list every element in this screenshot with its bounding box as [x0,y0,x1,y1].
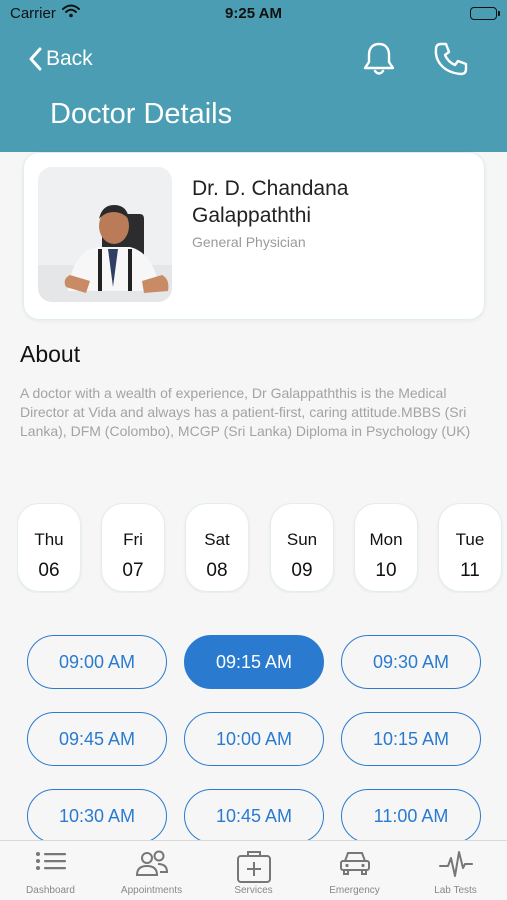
tab-emergency[interactable]: Emergency [304,841,405,900]
day-name: Thu [34,530,64,549]
doctor-specialty: General Physician [192,234,306,250]
day-chip-sat[interactable]: Sat 08 [185,503,249,592]
time-slot[interactable]: 09:45 AM [27,712,167,766]
time-slot[interactable]: 11:00 AM [341,789,481,840]
tab-label: Services [234,885,273,896]
page-title: Doctor Details [50,98,233,130]
battery-icon [470,7,500,20]
day-name: Tue [455,530,485,549]
date-selector[interactable]: Thu 06 Fri 07 Sat 08 Sun 09 Mon 10 Tue 1… [17,503,507,593]
day-date: 06 [38,560,60,581]
tab-dashboard[interactable]: Dashboard [0,841,101,900]
tab-lab-tests[interactable]: Lab Tests [405,841,506,900]
time-slot[interactable]: 10:45 AM [184,789,324,840]
doctor-name: Dr. D. Chandana Galappaththi [192,177,349,227]
back-button[interactable]: Back [28,42,93,76]
time-slot[interactable]: 10:30 AM [27,789,167,840]
clock: 9:25 AM [225,5,282,22]
time-slot-grid: 09:00 AM 09:15 AM 09:30 AM 09:45 AM 10:0… [0,630,507,840]
phone-icon [434,42,468,76]
bell-icon [363,42,395,75]
day-name: Mon [369,530,403,549]
time-slot[interactable]: 10:15 AM [341,712,481,766]
status-bar: Carrier 9:25 AM [0,0,507,28]
tab-label: Lab Tests [434,885,477,896]
medical-kit-icon [236,851,271,883]
day-chip-tue[interactable]: Tue 11 [438,503,502,592]
time-slot-selected[interactable]: 09:15 AM [184,635,324,689]
tab-label: Appointments [120,885,183,896]
day-chip-thu[interactable]: Thu 06 [17,503,81,592]
time-slot[interactable]: 10:00 AM [184,712,324,766]
call-button[interactable] [433,41,469,82]
about-heading: About [20,341,81,367]
back-label: Back [46,47,93,70]
day-chip-mon[interactable]: Mon 10 [354,503,418,592]
tab-appointments[interactable]: Appointments [101,841,202,900]
day-date: 10 [375,560,397,581]
day-chip-sun[interactable]: Sun 09 [270,503,334,592]
tab-services[interactable]: Services [203,841,304,900]
day-date: 07 [122,560,144,581]
day-name: Sun [286,530,318,549]
day-date: 11 [460,560,480,581]
tab-bar: Dashboard Appointments Services Emergenc… [0,840,507,900]
tab-label: Dashboard [26,885,75,896]
car-icon [339,852,370,875]
day-date: 08 [206,560,228,581]
tab-label: Emergency [329,885,380,896]
doctor-card: Dr. D. Chandana Galappaththi General Phy… [23,152,485,320]
day-name: Fri [123,530,143,549]
day-date: 09 [291,560,313,581]
notification-button[interactable] [362,41,396,82]
time-slot[interactable]: 09:00 AM [27,635,167,689]
nav-header: Back Doctor Details [0,28,507,152]
list-icon [35,852,66,870]
heartbeat-icon [438,851,473,877]
day-name: Sat [204,530,230,549]
chevron-left-icon [29,47,42,71]
about-text: A doctor with a wealth of experience, Dr… [20,385,471,439]
time-slot[interactable]: 09:30 AM [341,635,481,689]
day-chip-fri[interactable]: Fri 07 [101,503,165,592]
people-icon [135,850,168,876]
doctor-photo [38,167,172,302]
